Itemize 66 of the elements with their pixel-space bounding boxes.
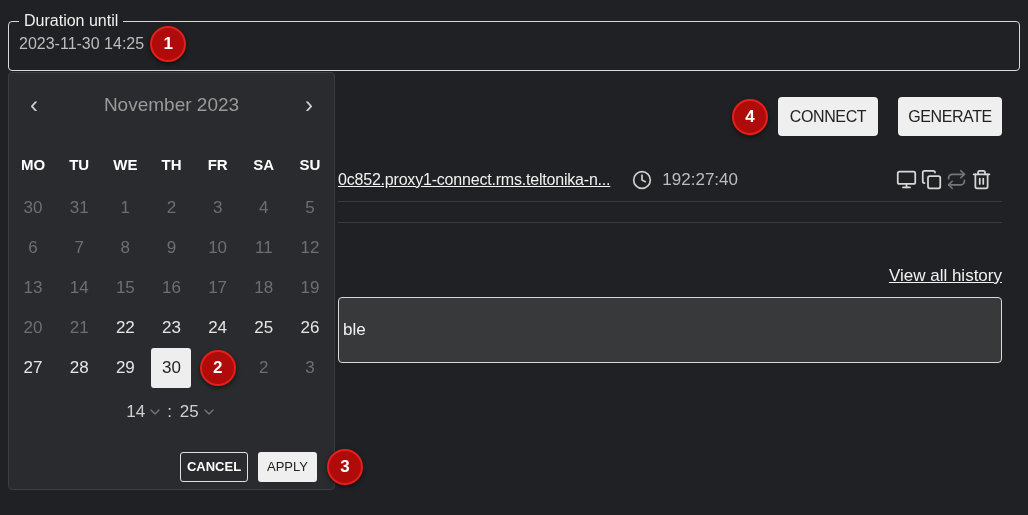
calendar-day[interactable]: 8 xyxy=(105,228,146,268)
calendar-day[interactable]: 22 xyxy=(105,308,146,348)
month-title: November 2023 xyxy=(103,92,240,117)
calendar-day[interactable]: 20 xyxy=(13,308,54,348)
session-time: 192:27:40 xyxy=(662,168,738,191)
calendar-day[interactable]: 23 xyxy=(151,308,192,348)
calendar-day[interactable]: 27 xyxy=(13,348,54,388)
view-history-link[interactable]: View all history xyxy=(888,263,1002,289)
calendar-day[interactable]: 29 xyxy=(105,348,146,388)
weekday-label: TU xyxy=(68,154,91,175)
copy-icon[interactable] xyxy=(921,169,942,190)
calendar-day[interactable]: 19 xyxy=(289,268,330,308)
connect-button[interactable]: CONNECT xyxy=(778,97,878,136)
duration-field[interactable]: Duration until 2023-11-30 14:25 1 xyxy=(8,12,1020,71)
trash-icon[interactable] xyxy=(971,169,992,190)
field-label: Duration until xyxy=(23,12,120,30)
proxy-link[interactable]: 0c852.proxy1-connect.rms.teltonika-n... xyxy=(338,167,611,192)
step-marker: 4 xyxy=(732,98,768,135)
calendar-day[interactable]: 11 xyxy=(243,228,284,268)
calendar-day[interactable]: 4 xyxy=(243,188,284,228)
date-value: 2023-11-30 14:25 xyxy=(19,34,145,54)
time-separator: : xyxy=(167,401,172,424)
calendar-day[interactable]: 13 xyxy=(13,268,54,308)
step-marker: 3 xyxy=(327,449,363,485)
calendar-day[interactable]: 5 xyxy=(289,188,330,228)
calendar-day[interactable]: 10 xyxy=(197,228,238,268)
apply-button[interactable]: APPLY xyxy=(258,452,317,482)
calendar-day[interactable]: 3 xyxy=(289,348,330,388)
calendar-day[interactable]: 17 xyxy=(197,268,238,308)
calendar-day[interactable]: 31 xyxy=(59,188,100,228)
weekday-label: SU xyxy=(298,154,322,175)
notice-text: ble xyxy=(343,318,366,341)
monitor-icon[interactable] xyxy=(896,169,917,190)
calendar-day[interactable]: 6 xyxy=(13,228,54,268)
minute-select[interactable]: 25 xyxy=(179,399,217,425)
calendar-day[interactable]: 18 xyxy=(243,268,284,308)
calendar-day[interactable]: 1 xyxy=(105,188,146,228)
next-month-button[interactable]: › xyxy=(305,93,313,117)
calendar-day[interactable]: 12 xyxy=(289,228,330,268)
clock-icon xyxy=(632,169,653,190)
weekday-label: FR xyxy=(206,154,229,175)
calendar-day[interactable]: 2 xyxy=(243,348,284,388)
calendar-day[interactable]: 9 xyxy=(151,228,192,268)
cancel-button[interactable]: CANCEL xyxy=(180,452,248,482)
previous-month-button[interactable]: ‹ xyxy=(30,93,38,117)
calendar-day[interactable]: 15 xyxy=(105,268,146,308)
step-marker: 1 xyxy=(150,26,187,62)
weekday-label: MO xyxy=(20,154,47,175)
calendar-day[interactable]: 3 xyxy=(197,188,238,228)
calendar-day[interactable]: 30 xyxy=(151,348,192,388)
calendar-day[interactable]: 24 xyxy=(197,308,238,348)
step-marker: 2 xyxy=(199,350,236,386)
calendar-day[interactable]: 30 xyxy=(13,188,54,228)
weekday-label: SA xyxy=(252,154,276,175)
calendar-day[interactable]: 28 xyxy=(59,348,100,388)
weekday-label: TH xyxy=(160,154,183,175)
hour-select[interactable]: 14 xyxy=(126,399,164,425)
calendar-day[interactable]: 14 xyxy=(59,268,100,308)
weekday-label: WE xyxy=(112,154,139,175)
calendar-day[interactable]: 7 xyxy=(59,228,100,268)
calendar-day[interactable]: 26 xyxy=(289,308,330,348)
calendar-day[interactable]: 2 xyxy=(151,188,192,228)
calendar-day[interactable]: 25 xyxy=(243,308,284,348)
calendar-day[interactable]: 21 xyxy=(59,308,100,348)
calendar-day[interactable]: 16 xyxy=(151,268,192,308)
generate-button[interactable]: GENERATE xyxy=(898,97,1002,136)
